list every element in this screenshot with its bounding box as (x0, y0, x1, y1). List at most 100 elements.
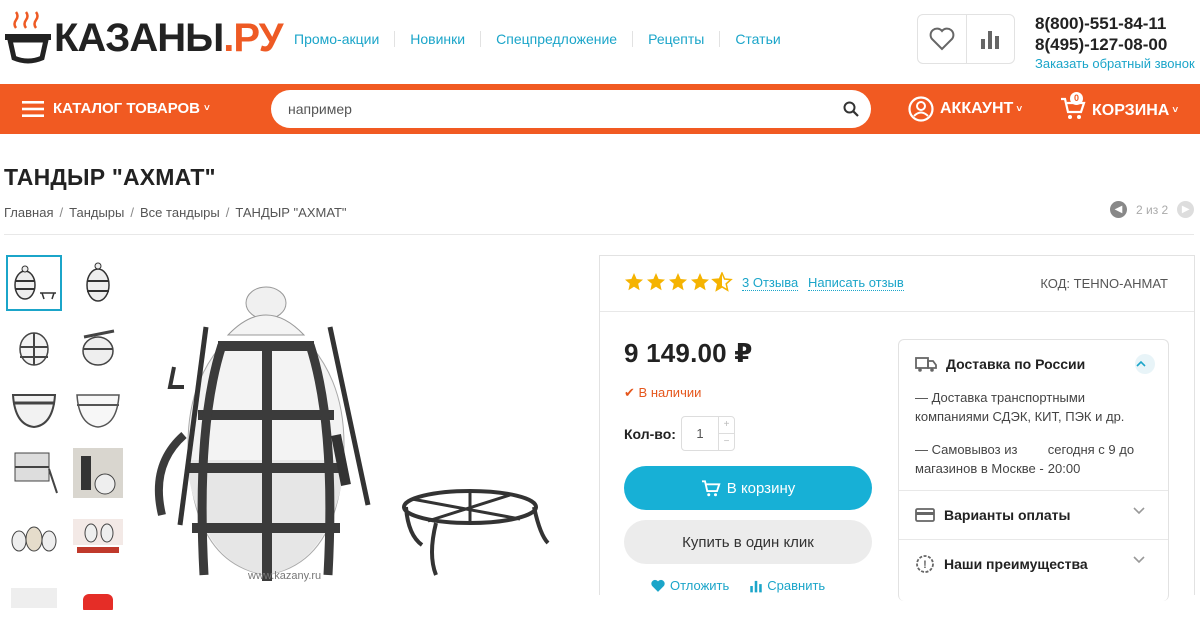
chevron-down-icon (1133, 556, 1145, 564)
search-input[interactable] (271, 101, 811, 117)
thumbnail-5[interactable] (6, 383, 62, 439)
nav-promo[interactable]: Промо-акции (279, 31, 394, 47)
nav-recipes[interactable]: Рецепты (632, 31, 719, 47)
top-navigation: Промо-акции Новинки Спецпредложение Реце… (279, 31, 796, 47)
product-pager: ◀ 2 из 2 ▶ (1110, 201, 1195, 218)
pickup-hours: сегодня с 9 до 20:00 (1047, 442, 1135, 476)
thumb-image (76, 394, 120, 428)
next-product-button[interactable]: ▶ (1177, 201, 1195, 218)
thumbnail-3[interactable] (6, 319, 62, 375)
kazan-logo-icon (5, 11, 51, 64)
reviews-link[interactable]: 3 Отзыва (742, 276, 799, 291)
buy-one-click-button[interactable]: Купить в один клик (624, 520, 872, 564)
add-to-cart-label: В корзину (726, 479, 796, 497)
availability-label: В наличии (638, 385, 702, 400)
quantity-decrease[interactable]: − (719, 433, 734, 450)
main-product-image[interactable]: www.kazany.ru (140, 275, 580, 591)
heart-icon (929, 27, 955, 51)
prev-product-button[interactable]: ◀ (1110, 201, 1127, 218)
payment-title: Варианты оплаты (944, 507, 1071, 523)
compare-header-button[interactable] (965, 15, 1015, 63)
thumbnail-9[interactable] (6, 507, 62, 563)
thumb-image (73, 519, 123, 553)
advantages-header[interactable]: ! Наши преимущества (899, 540, 1168, 588)
cart-icon (701, 480, 721, 497)
quantity-increase[interactable]: + (719, 417, 734, 433)
site-logo[interactable]: КАЗАНЫ.РУ (4, 10, 283, 66)
chevron-down-icon (1133, 507, 1145, 515)
cart-count-badge: 0 (1070, 92, 1083, 105)
chevron-down-icon: ˅ (1016, 103, 1023, 115)
buy-one-click-label: Купить в один клик (682, 533, 814, 551)
thumbnail-1[interactable] (6, 255, 62, 311)
delivery-section: Доставка по России — Доставка транспортн… (899, 340, 1168, 491)
video-thumbnail[interactable] (70, 567, 126, 623)
thumb-image (14, 452, 58, 494)
info-accordion: Доставка по России — Доставка транспортн… (898, 339, 1169, 601)
quantity-input[interactable]: 1 (682, 417, 718, 450)
cart-label: КОРЗИНА (1092, 101, 1170, 119)
hamburger-icon (22, 100, 44, 117)
pickup-text: — Самовывоз из магазинов в Москве - (915, 442, 1044, 476)
star-rating (624, 272, 734, 292)
account-label: АККАУНТ (940, 100, 1014, 117)
chevron-up-icon[interactable] (1135, 354, 1155, 374)
main-menu-bar: КАТАЛОГ ТОВАРОВ ˅ АККАУНТ ˅ 0 КОРЗИНА ˅ (0, 84, 1200, 134)
thumbnail-10[interactable] (70, 507, 126, 563)
breadcrumb-separator: / (225, 205, 230, 220)
youtube-play-icon (83, 594, 113, 610)
delivery-text: — Доставка транспортными компаниями СДЭК… (915, 390, 1125, 424)
divider (4, 234, 1194, 235)
svg-text:!: ! (923, 559, 927, 571)
thumb-image (11, 588, 57, 608)
thumbnail-7[interactable] (6, 445, 62, 501)
thumbnail-2[interactable] (70, 255, 126, 311)
breadcrumb-tandyry[interactable]: Тандыры (69, 205, 124, 220)
breadcrumb-all-tandyry[interactable]: Все тандыры (140, 205, 220, 220)
availability-status: ✔ В наличии (624, 385, 701, 401)
thumbnail-11[interactable] (6, 567, 62, 623)
callback-link[interactable]: Заказать обратный звонок (1035, 55, 1195, 72)
phone-2[interactable]: 8(495)-127-08-00 (1035, 34, 1195, 55)
header-icon-group (917, 14, 1015, 64)
nav-special[interactable]: Спецпредложение (480, 31, 632, 47)
top-header: КАЗАНЫ.РУ Промо-акции Новинки Спецпредло… (0, 0, 1200, 84)
breadcrumb-separator: / (59, 205, 64, 220)
thumb-image (73, 448, 123, 498)
favorites-button[interactable] (918, 15, 966, 63)
catalog-label: КАТАЛОГ ТОВАРОВ (53, 100, 201, 117)
quantity-label: Кол-во: (624, 426, 676, 442)
delivery-header[interactable]: Доставка по России (899, 340, 1168, 388)
search-icon[interactable] (843, 101, 859, 117)
rating-row: 3 Отзыва Написать отзыв КОД: TEHNO-AHMAT (600, 256, 1194, 312)
phone-1[interactable]: 8(800)-551-84-11 (1035, 13, 1195, 34)
thumbnail-4[interactable] (70, 319, 126, 375)
watermark: www.kazany.ru (247, 570, 321, 582)
thumbnail-8[interactable] (70, 445, 126, 501)
thumbnail-6[interactable] (70, 383, 126, 439)
cart-button[interactable]: 0 КОРЗИНА ˅ (1060, 92, 1178, 125)
payment-header[interactable]: Варианты оплаты (899, 491, 1168, 539)
nav-articles[interactable]: Статьи (719, 31, 795, 47)
thumb-image (19, 332, 49, 366)
tandyr-image: www.kazany.ru (154, 286, 550, 582)
account-button[interactable]: АККАУНТ ˅ (908, 96, 1022, 122)
product-panel: 3 Отзыва Написать отзыв КОД: TEHNO-AHMAT… (599, 255, 1195, 601)
add-to-cart-button[interactable]: В корзину (624, 466, 872, 510)
thumb-image (11, 526, 57, 552)
thumb-image (82, 329, 115, 366)
pager-text: 2 из 2 (1136, 202, 1169, 217)
stars-icon (625, 272, 732, 291)
breadcrumb: Главная / Тандыры / Все тандыры / ТАНДЫР… (4, 205, 347, 220)
user-icon (908, 96, 934, 122)
thumb-image (14, 265, 56, 300)
nav-new[interactable]: Новинки (394, 31, 480, 47)
page-title: ТАНДЫР "АХМАТ" (4, 164, 216, 190)
logo-text: КАЗАНЫ.РУ (54, 16, 283, 60)
catalog-button[interactable]: КАТАЛОГ ТОВАРОВ ˅ (22, 100, 210, 117)
write-review-link[interactable]: Написать отзыв (808, 276, 904, 291)
breadcrumb-home[interactable]: Главная (4, 205, 53, 220)
quantity-stepper: 1 + − (681, 416, 735, 451)
badge-icon: ! (916, 555, 934, 573)
contacts-block: 8(800)-551-84-11 8(495)-127-08-00 Заказа… (1035, 13, 1195, 72)
